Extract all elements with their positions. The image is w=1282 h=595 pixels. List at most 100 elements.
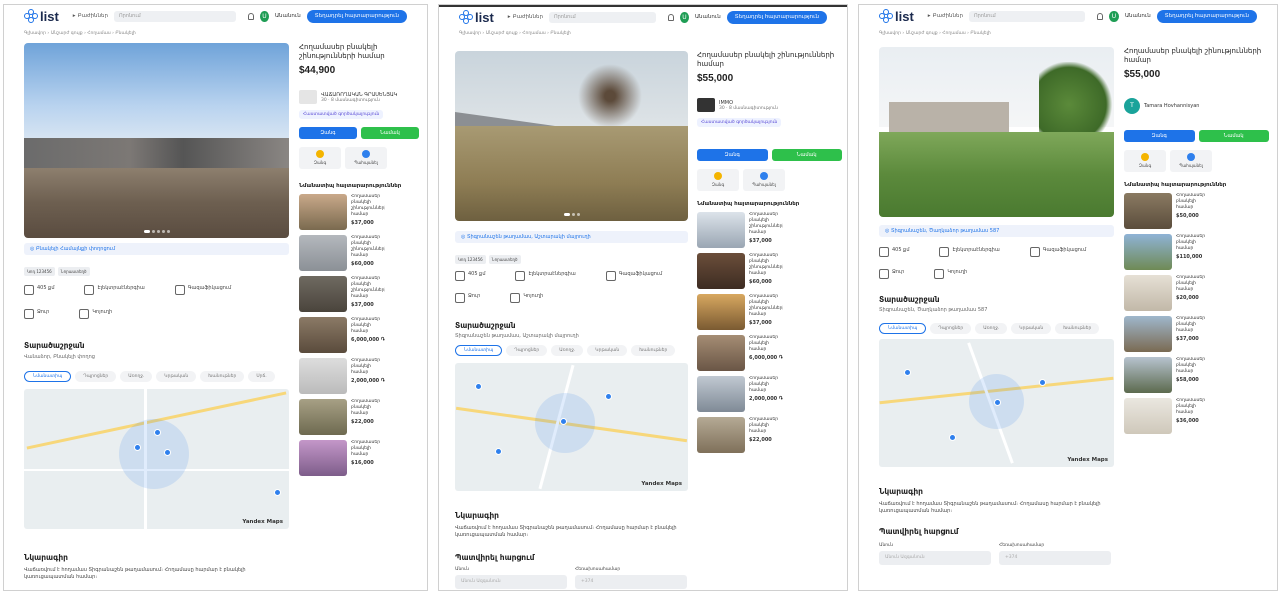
- list-item[interactable]: Հողամասեր բնակելի համար $16,000: [299, 440, 419, 476]
- map-pin[interactable]: [274, 489, 281, 496]
- logo[interactable]: list: [459, 10, 494, 25]
- list-item[interactable]: Հողամասեր բնակելի շինությունների համար $6…: [299, 235, 419, 271]
- tab-shops[interactable]: Խանութներ: [200, 371, 245, 382]
- categories-button[interactable]: ▸ Բաժիններ: [508, 14, 543, 20]
- avatar[interactable]: U: [1109, 10, 1119, 22]
- call-button[interactable]: Զանգ: [299, 127, 357, 139]
- phone-input[interactable]: +374: [999, 551, 1111, 565]
- listing-photo[interactable]: [24, 43, 289, 238]
- map-pin[interactable]: [475, 383, 482, 390]
- action-call[interactable]: Զանգ: [1124, 150, 1166, 172]
- map-pin[interactable]: [134, 444, 141, 451]
- list-item[interactable]: Հողամասեր բնակելի շինությունների համար $3…: [299, 194, 419, 230]
- call-button[interactable]: Զանգ: [1124, 130, 1195, 142]
- map-pin[interactable]: [1039, 379, 1046, 386]
- list-item[interactable]: Հողամասեր բնակելի շինությունների համար $3…: [299, 276, 419, 312]
- user-menu[interactable]: Անանուն: [275, 13, 301, 19]
- tab-schools[interactable]: Դպրոցներ: [75, 371, 117, 382]
- feature-area: 405 քմ: [879, 247, 909, 257]
- avatar[interactable]: U: [260, 10, 269, 22]
- tab-similar[interactable]: Նմանատիպ: [455, 345, 503, 356]
- map-pin[interactable]: [154, 429, 161, 436]
- categories-button[interactable]: ▸ Բաժիններ: [73, 13, 108, 19]
- seller-card[interactable]: IMMO 30 · 8 մասնագիտություն: [697, 98, 842, 112]
- search-input[interactable]: Որոնում: [549, 11, 656, 23]
- location-bar[interactable]: ◎ Տիգրանաշեն թաղամաս, Աշտարակի մայրուղի: [455, 231, 688, 243]
- name-input[interactable]: Անուն Ազգանուն: [879, 551, 991, 565]
- map-pin[interactable]: [605, 393, 612, 400]
- location-bar[interactable]: ◎ Բնակելի Համայնքի փողոցում: [24, 243, 289, 255]
- tab-education[interactable]: Կրթական: [156, 371, 197, 382]
- action-call[interactable]: Զանգ: [697, 169, 739, 191]
- avatar[interactable]: U: [679, 11, 689, 23]
- action-save[interactable]: Պահպանել: [743, 169, 785, 191]
- map-pin[interactable]: [904, 369, 911, 376]
- tab-cafes[interactable]: Սրճ.: [248, 371, 275, 382]
- tab-health[interactable]: Առողջ.: [551, 345, 584, 356]
- tab-schools[interactable]: Դպրոցներ: [506, 345, 548, 356]
- list-item[interactable]: Հողամասեր բնակելի համար 6,000,000 ֏: [697, 335, 842, 371]
- categories-button[interactable]: ▸ Բաժիններ: [928, 13, 963, 19]
- map[interactable]: Yandex Maps: [879, 339, 1114, 467]
- message-button[interactable]: Նամակ: [361, 127, 419, 139]
- seller-card[interactable]: ՎԱՃԱՌՈՂԱԿԱՆ ԳՐԱՍԵՆՅԱԿ 30 · 8 մասնագիտութ…: [299, 90, 419, 104]
- tab-health[interactable]: Առողջ.: [120, 371, 153, 382]
- list-item[interactable]: Հողամասեր բնակելի համար $110,000: [1124, 234, 1269, 270]
- user-menu[interactable]: Անանուն: [695, 14, 721, 20]
- tab-shops[interactable]: Խանութներ: [1055, 323, 1100, 334]
- seller-logo: [697, 98, 715, 112]
- map-pin[interactable]: [949, 434, 956, 441]
- message-button[interactable]: Նամակ: [771, 149, 842, 161]
- search-input[interactable]: Որոնում: [114, 10, 237, 22]
- tab-health[interactable]: Առողջ.: [975, 323, 1008, 334]
- tab-shops[interactable]: Խանութներ: [631, 345, 676, 356]
- message-button[interactable]: Նամակ: [1198, 130, 1269, 142]
- list-item[interactable]: Հողամասեր բնակելի համար $22,000: [299, 399, 419, 435]
- map-pin[interactable]: [560, 418, 567, 425]
- post-ad-button[interactable]: Տեղադրել հայտարարություն: [306, 9, 407, 23]
- bell-icon[interactable]: [667, 13, 674, 21]
- post-ad-button[interactable]: Տեղադրել հայտարարություն: [726, 10, 827, 24]
- list-item[interactable]: Հողամասեր բնակելի համար $36,000: [1124, 398, 1269, 434]
- post-ad-button[interactable]: Տեղադրել հայտարարություն: [1156, 9, 1257, 23]
- tab-similar[interactable]: Նմանատիպ: [879, 323, 927, 334]
- list-item[interactable]: Հողամասեր բնակելի համար $22,000: [697, 417, 842, 453]
- list-item[interactable]: Հողամասեր բնակելի համար 2,000,000 ֏: [697, 376, 842, 412]
- map-pin[interactable]: [495, 448, 502, 455]
- map-pin[interactable]: [164, 449, 171, 456]
- action-save[interactable]: Պահպանել: [1170, 150, 1212, 172]
- logo[interactable]: list: [879, 9, 914, 24]
- gas-icon: [1029, 247, 1040, 257]
- tab-education[interactable]: Կրթական: [1011, 323, 1052, 334]
- bell-icon[interactable]: [248, 12, 255, 20]
- listing-photo[interactable]: [455, 51, 688, 221]
- bell-icon[interactable]: [1096, 12, 1104, 20]
- logo[interactable]: list: [24, 9, 59, 24]
- list-item[interactable]: Հողամասեր բնակելի համար $50,000: [1124, 193, 1269, 229]
- list-item[interactable]: Հողամասեր բնակելի շինությունների համար $6…: [697, 253, 842, 289]
- action-call[interactable]: Զանգ: [299, 147, 341, 169]
- list-item[interactable]: Հողամասեր բնակելի համար 6,000,000 ֏: [299, 317, 419, 353]
- call-button[interactable]: Զանգ: [697, 149, 768, 161]
- user-menu[interactable]: Անանուն: [1125, 13, 1151, 19]
- tab-education[interactable]: Կրթական: [587, 345, 628, 356]
- tab-similar[interactable]: Նմանատիպ: [24, 371, 72, 382]
- map[interactable]: Yandex Maps: [24, 389, 289, 529]
- location-bar[interactable]: ◎ Տիգրանաշեն, Ծաղկաձոր թաղամաս 587: [879, 225, 1114, 237]
- seller-card[interactable]: T Tamara Hovhannisyan: [1124, 98, 1269, 114]
- search-input[interactable]: Որոնում: [969, 10, 1085, 22]
- map-pin[interactable]: [994, 399, 1001, 406]
- list-item[interactable]: Հողամասեր բնակելի համար $58,000: [1124, 357, 1269, 393]
- list-item[interactable]: Հողամասեր բնակելի համար $37,000: [1124, 316, 1269, 352]
- map[interactable]: Yandex Maps: [455, 363, 688, 491]
- tab-schools[interactable]: Դպրոցներ: [930, 323, 972, 334]
- list-item[interactable]: Հողամասեր բնակելի շինությունների համար $3…: [697, 294, 842, 330]
- phone-input[interactable]: +374: [575, 575, 687, 589]
- listing-photo[interactable]: [879, 47, 1114, 217]
- thumb: [1124, 357, 1172, 393]
- name-input[interactable]: Անուն Ազգանուն: [455, 575, 567, 589]
- action-save[interactable]: Պահպանել: [345, 147, 387, 169]
- list-item[interactable]: Հողամասեր բնակելի համար 2,000,000 ֏: [299, 358, 419, 394]
- list-item[interactable]: Հողամասեր բնակելի համար $20,000: [1124, 275, 1269, 311]
- list-item[interactable]: Հողամասեր բնակելի շինությունների համար $3…: [697, 212, 842, 248]
